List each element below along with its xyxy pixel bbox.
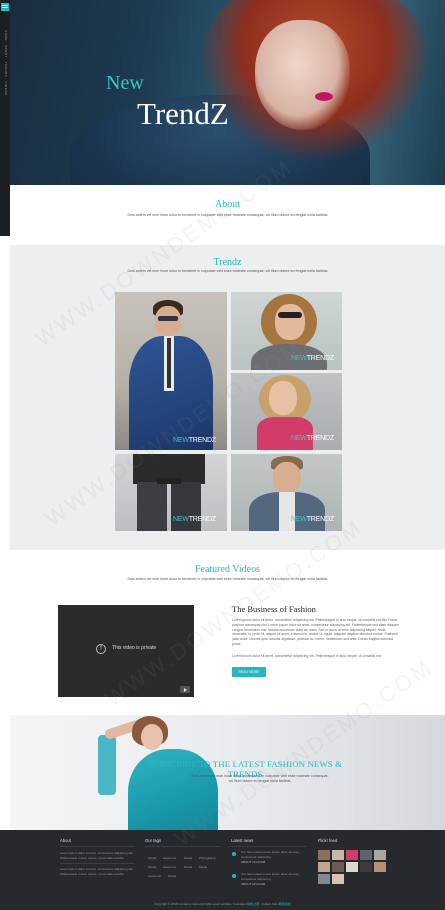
trend-photo-3[interactable]: NEWTRENDZ (231, 373, 342, 450)
trendz-section: Trendz Duis autem vel eum iriure dolor i… (10, 245, 445, 550)
article-paragraph-1: Lorem ipsum dolor sit amet, consectetur … (232, 618, 399, 646)
copyright-mid-text: - Collect from (259, 902, 278, 906)
copyright-link-1[interactable]: 模板之家 (247, 902, 259, 906)
copyright: Copyright © 2016 Company name All rights… (0, 902, 445, 906)
news-icon (232, 852, 236, 856)
footer-tags-title: Our tags (145, 838, 162, 843)
hero-image-lips (315, 92, 333, 101)
copyright-text: Copyright © 2016 Company name All rights… (154, 902, 247, 906)
about-title: About (215, 199, 240, 210)
about-text: Duis autem vel eum iriure dolor in hendr… (127, 213, 329, 217)
divider (145, 846, 220, 847)
subscribe-banner: SUBSCRIBE TO THE LATEST FASHION NEWS & T… (10, 715, 445, 830)
divider (60, 863, 135, 864)
divider (231, 846, 306, 847)
videos-text: Duis autem vel eum iriure dolor in hendr… (127, 577, 329, 581)
tag-link[interactable]: Photography (199, 856, 216, 860)
player-message: This video is private (112, 645, 157, 651)
news-item-1-text[interactable]: Our Nice Latest Lorem ipsum dolor sit am… (241, 850, 301, 859)
trend-photo-4[interactable]: NEWTRENDZ (115, 454, 227, 531)
news-icon (232, 874, 236, 878)
divider (60, 846, 135, 847)
footer-about-text-2: Lorem ipsum dolor sit amet, consectetur … (60, 867, 134, 876)
tag-link[interactable]: Awesome (148, 874, 161, 878)
videos-section: Featured Videos Duis autem vel eum iriur… (10, 550, 445, 715)
flickr-thumb[interactable] (360, 862, 372, 872)
trend-photo-1-tag: NEWTRENDZ (173, 437, 216, 444)
hamburger-menu-icon[interactable] (1, 3, 9, 11)
footer-about-title: About (60, 838, 71, 843)
article-title: The Business of Fashion (232, 604, 316, 614)
flickr-thumb[interactable] (360, 850, 372, 860)
videos-title: Featured Videos (194, 564, 261, 575)
flickr-thumb[interactable] (332, 850, 344, 860)
hero-title-small: New (106, 72, 144, 94)
hero-title: TrendZ (137, 96, 229, 131)
trend-photo-2[interactable]: NEWTRENDZ (231, 292, 342, 370)
flickr-thumb[interactable] (346, 850, 358, 860)
copyright-link-2[interactable]: 网页模板 (279, 902, 291, 906)
page: HOME · ABOUT · TRENDZ · VIDEOS New Trend… (0, 0, 445, 910)
video-player[interactable]: ! This video is private (58, 605, 194, 697)
tag-link[interactable]: Model (184, 865, 192, 869)
trend-photo-5-tag: NEWTRENDZ (291, 516, 334, 523)
flickr-thumb[interactable] (374, 850, 386, 860)
tag-link[interactable]: Model (168, 874, 176, 878)
flickr-thumb[interactable] (318, 874, 330, 884)
footer-about-text-1: Lorem ipsum dolor sit amet, consectetur … (60, 851, 134, 860)
footer-flickr-title: Flickr feed (318, 838, 338, 843)
flickr-thumb[interactable] (332, 862, 344, 872)
tag-link[interactable]: Awesome (163, 865, 176, 869)
news-item-2-text[interactable]: Our Nice Latest Lorem ipsum dolor sit am… (241, 872, 301, 881)
side-nav: HOME · ABOUT · TRENDZ · VIDEOS (0, 0, 10, 236)
flickr-thumb[interactable] (332, 874, 344, 884)
about-section: About Duis autem vel eum iriure dolor in… (10, 185, 445, 245)
tag-link[interactable]: Model (148, 856, 156, 860)
info-icon: ! (96, 644, 106, 654)
flickr-thumb[interactable] (318, 862, 330, 872)
trend-photo-3-tag: NEWTRENDZ (291, 435, 334, 442)
tag-link[interactable]: Awesome (163, 856, 176, 860)
tag-link[interactable]: Model (184, 856, 192, 860)
footer-news-title: Latest news (231, 838, 254, 843)
youtube-icon[interactable] (180, 686, 190, 693)
footer: About Lorem ipsum dolor sit amet, consec… (0, 830, 445, 910)
flickr-thumb[interactable] (318, 850, 330, 860)
hero-image-face (255, 20, 350, 130)
news-item-1-meta: ABOUT 10 HOUR (241, 860, 266, 864)
tag-link[interactable]: Model (148, 865, 156, 869)
trend-photo-2-tag: NEWTRENDZ (291, 355, 334, 362)
banner-image-scarf (98, 735, 116, 795)
news-item-2-meta: ABOUT 10 HOUR (241, 882, 266, 886)
trend-photo-4-tag: NEWTRENDZ (173, 516, 216, 523)
banner-text: Duis autem vel eum iriure dolor in hendr… (191, 774, 329, 783)
read-more-button[interactable]: READ MORE (232, 667, 266, 677)
flickr-thumb[interactable] (374, 862, 386, 872)
flickr-thumb[interactable] (346, 862, 358, 872)
trendz-title: Trendz (213, 257, 242, 268)
article-paragraph-2: Lorem ipsum dolor sit amet, consectetur … (232, 654, 382, 658)
side-nav-text[interactable]: HOME · ABOUT · TRENDZ · VIDEOS (2, 30, 8, 96)
tag-link[interactable]: Model (199, 865, 207, 869)
hero-section: New TrendZ (10, 0, 445, 185)
trend-photo-1[interactable]: NEWTRENDZ (115, 292, 227, 450)
trend-photo-5[interactable]: NEWTRENDZ (231, 454, 342, 531)
banner-image-face (141, 724, 163, 750)
trendz-text: Duis autem vel eum iriure dolor in hendr… (127, 269, 329, 273)
